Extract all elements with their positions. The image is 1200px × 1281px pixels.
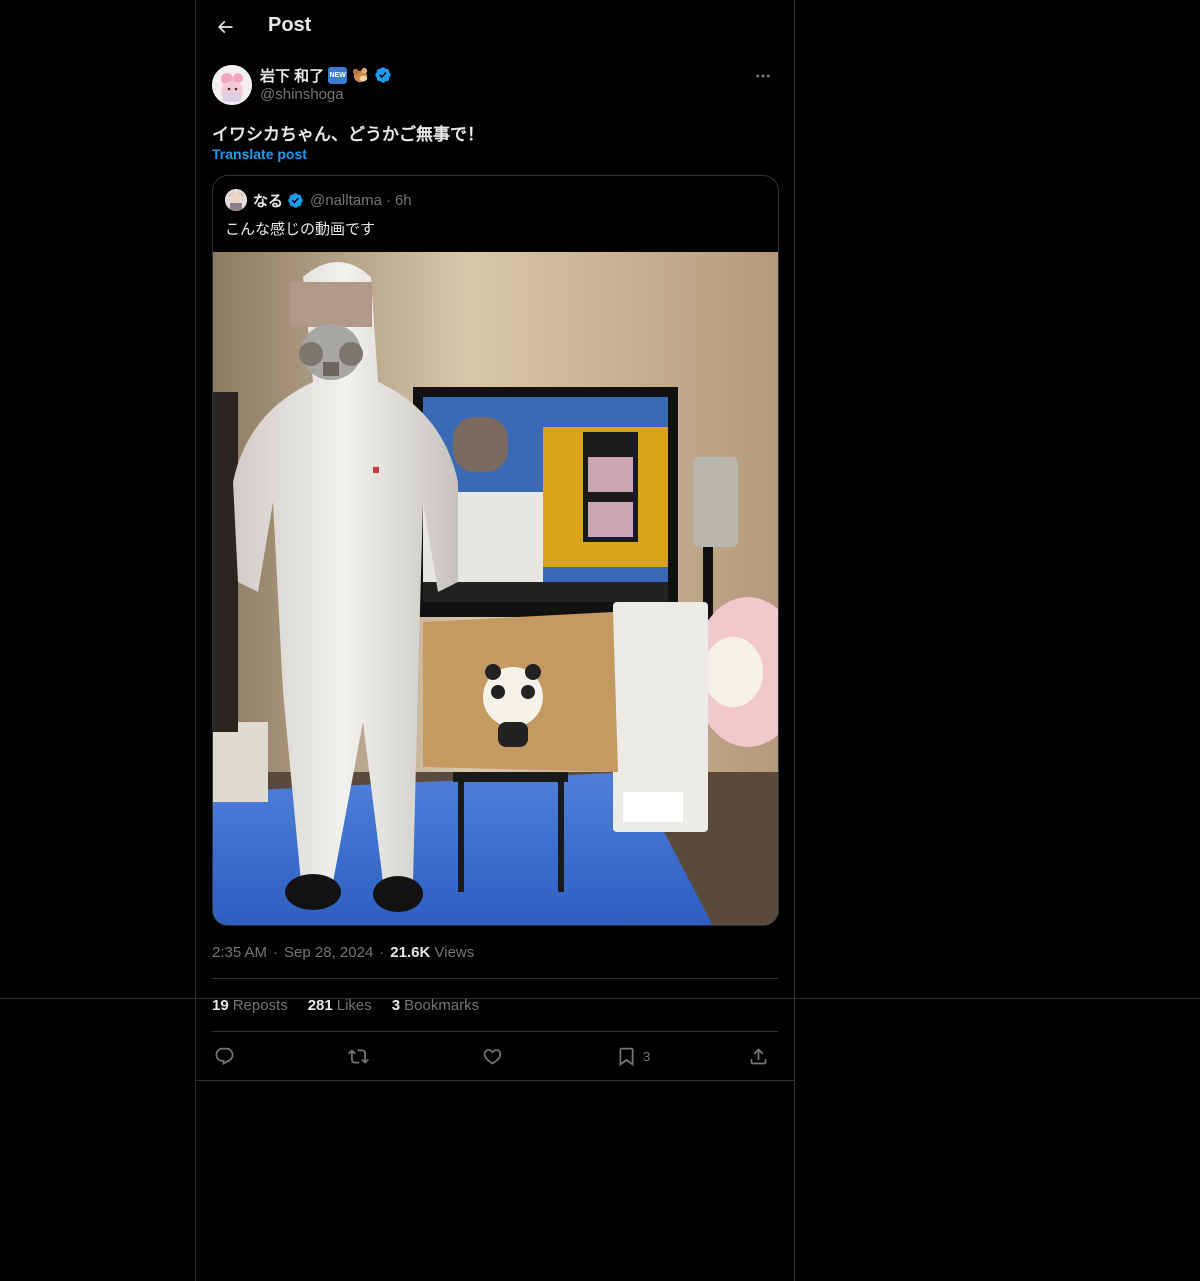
more-icon xyxy=(756,74,770,78)
animal-emoji-icon xyxy=(353,67,368,82)
quote-handle: @nalltama xyxy=(310,191,382,209)
new-emoji-icon: NEW xyxy=(328,66,348,84)
post-stats: 19 Reposts 281 Likes 3 Bookmarks xyxy=(212,997,479,1014)
reply-button[interactable] xyxy=(214,1040,235,1072)
page-header: Post xyxy=(196,0,794,54)
translate-post-link[interactable]: Translate post xyxy=(212,146,307,162)
quote-time: 6h xyxy=(394,191,412,209)
back-arrow-icon xyxy=(217,20,233,34)
post-meta: 2:35 AM · Sep 28, 2024 · 21.6K Views xyxy=(212,944,474,961)
display-name[interactable]: 岩下 和了 xyxy=(260,65,324,86)
repost-icon xyxy=(348,1048,369,1064)
quote-display-name: なる xyxy=(253,192,284,210)
action-bar: 3 xyxy=(212,1040,778,1072)
post-author: 岩下 和了 NEW @shinshoga xyxy=(212,64,778,108)
quote-avatar xyxy=(225,189,247,211)
verified-icon xyxy=(288,192,303,208)
like-icon xyxy=(483,1048,502,1065)
bookmark-icon xyxy=(619,1047,634,1066)
quote-header: なる @nalltama · 6h xyxy=(225,189,412,211)
back-button[interactable] xyxy=(208,10,242,44)
bookmark-button[interactable]: 3 xyxy=(616,1040,650,1072)
separator-dot: · xyxy=(273,944,279,961)
quote-text: こんな感じの動画です xyxy=(225,221,376,238)
verified-icon xyxy=(375,67,391,83)
avatar[interactable] xyxy=(212,65,252,105)
bookmarks-stat[interactable]: 3 Bookmarks xyxy=(392,997,479,1014)
views-count: 21.6K xyxy=(390,944,431,961)
bookmark-count: 3 xyxy=(643,1048,651,1064)
views-label: Views xyxy=(434,944,475,961)
post-text: イワシカちゃん、どうかご無事で！ xyxy=(212,125,484,144)
post-date[interactable]: Sep 28, 2024 xyxy=(284,944,373,961)
post-time[interactable]: 2:35 AM xyxy=(212,944,267,961)
repost-button[interactable] xyxy=(348,1040,369,1072)
likes-stat[interactable]: 281 Likes xyxy=(308,997,372,1014)
reply-icon xyxy=(215,1047,234,1065)
quote-media-image[interactable] xyxy=(213,252,778,925)
separator-dot: · xyxy=(385,191,391,209)
author-name-row: 岩下 和了 NEW xyxy=(260,65,392,85)
divider xyxy=(212,1031,778,1032)
divider xyxy=(212,978,778,979)
reposts-stat[interactable]: 19 Reposts xyxy=(212,997,288,1014)
divider xyxy=(196,1080,794,1081)
share-icon xyxy=(750,1047,767,1064)
like-button[interactable] xyxy=(482,1040,503,1072)
separator-dot: · xyxy=(379,944,385,961)
page-title: Post xyxy=(268,14,312,36)
author-handle[interactable]: @shinshoga xyxy=(260,86,344,103)
quoted-post[interactable]: なる @nalltama · 6h こんな感じの動画です xyxy=(212,175,779,926)
more-button[interactable] xyxy=(748,64,778,88)
share-button[interactable] xyxy=(748,1040,769,1072)
main-column: Post 岩下 和了 NEW @shinshoga イワシカちゃん、どうかご無事… xyxy=(195,0,795,1281)
